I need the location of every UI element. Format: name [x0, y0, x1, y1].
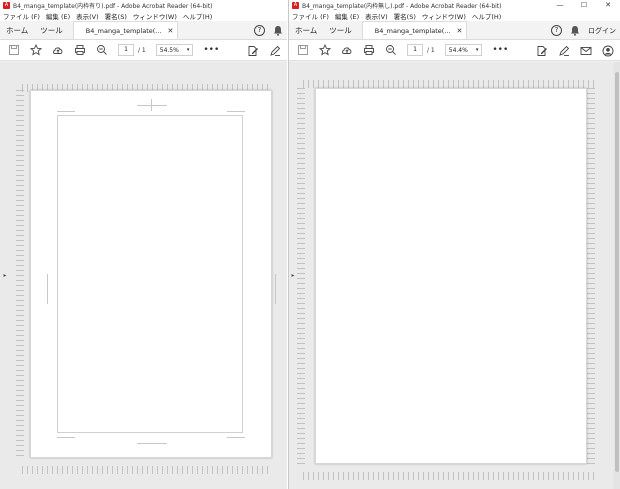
menu-bar: ファイル (F) 編集 (E) 表示(V) 署名(S) ウィンドウ(W) ヘルプ… — [289, 10, 620, 21]
print-icon[interactable] — [72, 42, 88, 58]
help-icon[interactable]: ? — [254, 25, 265, 36]
menu-sign[interactable]: 署名(S) — [394, 11, 416, 21]
cloud-upload-icon[interactable] — [339, 42, 355, 58]
window-title: B4_manga_template(内枠無し).pdf - Adobe Acro… — [302, 2, 502, 10]
page-total: / 1 — [427, 46, 435, 54]
crop-mark — [227, 437, 245, 438]
more-tools-icon[interactable]: ••• — [492, 45, 508, 55]
chevron-down-icon: ▾ — [475, 47, 479, 53]
title-bar: A B4_manga_template(内枠無し).pdf - Adobe Ac… — [289, 0, 620, 10]
window-title: B4_manga_template(内枠有り).pdf - Adobe Acro… — [13, 2, 213, 10]
menu-help[interactable]: ヘルプ(H) — [183, 11, 212, 21]
chevron-down-icon: ▾ — [186, 47, 190, 53]
page-number-input[interactable]: 1 — [407, 44, 423, 56]
bottom-ruler — [303, 472, 595, 480]
menu-file[interactable]: ファイル (F) — [3, 11, 40, 21]
tab-row: ホーム ツール B4_manga_template(... ✕ ? — [0, 21, 287, 40]
pdf-page — [30, 90, 276, 458]
menu-window[interactable]: ウィンドウ(W) — [133, 11, 177, 21]
menu-file[interactable]: ファイル (F) — [292, 11, 329, 21]
zoom-dropdown[interactable]: 54.4% ▾ — [444, 44, 483, 56]
bell-icon[interactable] — [570, 25, 580, 36]
sign-icon[interactable] — [267, 43, 283, 59]
page-total: / 1 — [138, 46, 146, 54]
left-panel-expand-icon[interactable]: ▸ — [290, 272, 296, 279]
vertical-scrollbar[interactable] — [614, 62, 620, 489]
star-icon[interactable] — [317, 42, 333, 58]
zoom-value: 54.5% — [159, 46, 179, 54]
window-close-icon[interactable]: ✕ — [596, 0, 620, 10]
crop-mark — [227, 111, 245, 112]
center-mark — [47, 274, 48, 304]
menu-view[interactable]: 表示(V) — [365, 11, 388, 21]
toolbar: 1 / 1 54.5% ▾ ••• — [0, 40, 287, 61]
left-ruler — [297, 88, 305, 464]
maximize-icon[interactable]: ☐ — [572, 0, 596, 10]
menu-help[interactable]: ヘルプ(H) — [472, 11, 501, 21]
tab-row: ホーム ツール B4_manga_template(... ✕ ? ログイン — [289, 21, 620, 40]
sign-icon[interactable] — [556, 43, 572, 59]
tab-close-icon[interactable]: ✕ — [457, 27, 463, 35]
zoom-out-icon[interactable] — [94, 42, 110, 58]
help-icon[interactable]: ? — [551, 25, 562, 36]
tab-home[interactable]: ホーム — [0, 21, 34, 39]
left-acrobat-window: A B4_manga_template(内枠有り).pdf - Adobe Ac… — [0, 0, 287, 489]
document-tab-label: B4_manga_template(... — [374, 26, 451, 35]
zoom-dropdown[interactable]: 54.5% ▾ — [155, 44, 194, 56]
minimize-icon[interactable]: — — [548, 0, 572, 10]
right-acrobat-window: A B4_manga_template(内枠無し).pdf - Adobe Ac… — [288, 0, 620, 489]
menu-edit[interactable]: 編集 (E) — [335, 11, 359, 21]
tab-tools[interactable]: ツール — [323, 21, 358, 39]
acrobat-app-icon: A — [3, 1, 10, 9]
account-icon[interactable] — [600, 43, 616, 59]
star-icon[interactable] — [28, 42, 44, 58]
acrobat-app-icon: A — [292, 1, 299, 9]
edit-pdf-icon[interactable] — [245, 43, 261, 59]
page-number-input[interactable]: 1 — [118, 44, 134, 56]
mail-icon[interactable] — [578, 43, 594, 59]
left-panel-expand-icon[interactable]: ▸ — [2, 272, 8, 279]
cloud-upload-icon[interactable] — [50, 42, 66, 58]
save-icon[interactable] — [295, 42, 311, 58]
left-ruler — [16, 90, 24, 458]
document-workspace[interactable]: ▸ — [0, 62, 287, 489]
login-button[interactable]: ログイン — [588, 26, 616, 36]
more-tools-icon[interactable]: ••• — [203, 45, 219, 55]
document-tab-label: B4_manga_template(... — [85, 26, 162, 35]
tab-home[interactable]: ホーム — [289, 21, 323, 39]
bell-icon[interactable] — [273, 25, 283, 36]
crop-mark — [57, 111, 75, 112]
menu-window[interactable]: ウィンドウ(W) — [422, 11, 466, 21]
tab-close-icon[interactable]: ✕ — [168, 27, 174, 35]
save-icon[interactable] — [6, 42, 22, 58]
document-workspace[interactable]: ▸ — [289, 62, 620, 489]
top-ruler — [303, 80, 595, 88]
menu-sign[interactable]: 署名(S) — [105, 11, 127, 21]
print-icon[interactable] — [361, 42, 377, 58]
toolbar: 1 / 1 54.4% ▾ ••• — [289, 40, 620, 61]
scrollbar-thumb[interactable] — [615, 72, 619, 472]
title-bar: A B4_manga_template(内枠有り).pdf - Adobe Ac… — [0, 0, 287, 10]
bottom-ruler — [22, 466, 270, 474]
inner-panel-frame — [57, 115, 243, 433]
center-mark — [275, 274, 276, 304]
center-mark — [151, 99, 152, 111]
document-tab[interactable]: B4_manga_template(... ✕ — [361, 21, 468, 39]
crop-mark — [57, 437, 75, 438]
zoom-value: 54.4% — [448, 46, 468, 54]
zoom-out-icon[interactable] — [383, 42, 399, 58]
edit-pdf-icon[interactable] — [534, 43, 550, 59]
center-mark — [137, 443, 167, 444]
menu-edit[interactable]: 編集 (E) — [46, 11, 70, 21]
menu-bar: ファイル (F) 編集 (E) 表示(V) 署名(S) ウィンドウ(W) ヘルプ… — [0, 10, 287, 21]
right-ruler — [587, 88, 595, 464]
menu-view[interactable]: 表示(V) — [76, 11, 99, 21]
tab-tools[interactable]: ツール — [34, 21, 69, 39]
center-mark — [137, 105, 167, 106]
pdf-page — [315, 88, 587, 464]
document-tab[interactable]: B4_manga_template(... ✕ — [72, 21, 179, 39]
